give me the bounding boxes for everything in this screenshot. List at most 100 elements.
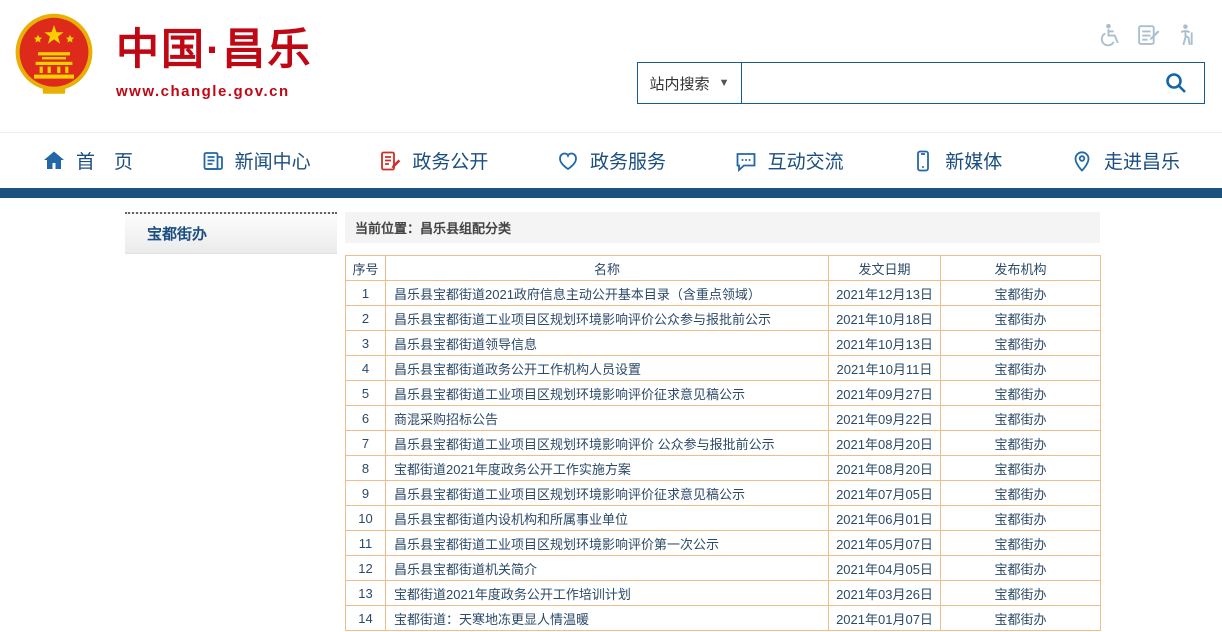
row-title-link[interactable]: 昌乐县宝都街道内设机构和所属事业单位: [386, 506, 829, 531]
row-title-link[interactable]: 昌乐县宝都街道机关简介: [386, 556, 829, 581]
column-header-no: 序号: [346, 256, 386, 281]
search-scope-dropdown[interactable]: 站内搜索 ▼: [638, 63, 742, 103]
nav-item-label: 政务公开: [412, 147, 488, 174]
row-number: 10: [346, 506, 386, 531]
nav-item-gov-service[interactable]: 政务服务: [556, 147, 666, 174]
table-row: 2昌乐县宝都街道工业项目区规划环境影响评价公众参与报批前公示2021年10月18…: [346, 306, 1101, 331]
table-row: 4昌乐县宝都街道政务公开工作机构人员设置2021年10月11日宝都街办: [346, 356, 1101, 381]
table-row: 6商混采购招标公告2021年09月22日宝都街办: [346, 406, 1101, 431]
main-navigation: 首 页 新闻中心 政务公开 政务服务 互动交流: [0, 132, 1222, 188]
site-title: 中国·昌乐: [116, 15, 312, 77]
row-title-link[interactable]: 昌乐县宝都街道工业项目区规划环境影响评价征求意见稿公示: [386, 481, 829, 506]
row-number: 14: [346, 606, 386, 631]
chat-icon: [734, 149, 758, 173]
row-date: 2021年06月01日: [829, 506, 941, 531]
nav-item-label: 新闻中心: [235, 147, 311, 174]
row-number: 8: [346, 456, 386, 481]
document-table: 序号 名称 发文日期 发布机构 1昌乐县宝都街道2021政府信息主动公开基本目录…: [345, 255, 1101, 631]
row-date: 2021年03月26日: [829, 581, 941, 606]
nav-item-visit-changle[interactable]: 走进昌乐: [1070, 147, 1180, 174]
row-date: 2021年01月07日: [829, 606, 941, 631]
row-number: 13: [346, 581, 386, 606]
nav-item-interaction[interactable]: 互动交流: [734, 147, 844, 174]
sidebar: 宝都街办: [125, 212, 337, 631]
site-header: 中国·昌乐 www.changle.gov.cn 站内搜索 ▼: [0, 0, 1222, 132]
row-title-link[interactable]: 商混采购招标公告: [386, 406, 829, 431]
row-title-link[interactable]: 昌乐县宝都街道领导信息: [386, 331, 829, 356]
nav-item-new-media[interactable]: 新媒体: [911, 147, 1002, 174]
row-number: 9: [346, 481, 386, 506]
table-row: 1昌乐县宝都街道2021政府信息主动公开基本目录（含重点领域）2021年12月1…: [346, 281, 1101, 306]
nav-item-gov-open[interactable]: 政务公开: [378, 147, 488, 174]
row-date: 2021年07月05日: [829, 481, 941, 506]
search-input[interactable]: [742, 63, 1148, 103]
nav-item-label: 政务服务: [590, 147, 666, 174]
location-icon: [1070, 149, 1094, 173]
row-org: 宝都街办: [941, 456, 1101, 481]
row-title-link[interactable]: 昌乐县宝都街道工业项目区规划环境影响评价第一次公示: [386, 531, 829, 556]
row-number: 4: [346, 356, 386, 381]
row-date: 2021年10月18日: [829, 306, 941, 331]
table-row: 11昌乐县宝都街道工业项目区规划环境影响评价第一次公示2021年05月07日宝都…: [346, 531, 1101, 556]
row-title-link[interactable]: 昌乐县宝都街道工业项目区规划环境影响评价征求意见稿公示: [386, 381, 829, 406]
row-number: 11: [346, 531, 386, 556]
phone-icon: [911, 149, 935, 173]
row-title-link[interactable]: 昌乐县宝都街道工业项目区规划环境影响评价 公众参与报批前公示: [386, 431, 829, 456]
chevron-down-icon: ▼: [719, 77, 730, 89]
site-url: www.changle.gov.cn: [116, 83, 312, 100]
row-number: 2: [346, 306, 386, 331]
column-header-title: 名称: [386, 256, 829, 281]
row-date: 2021年08月20日: [829, 456, 941, 481]
row-title-link[interactable]: 昌乐县宝都街道工业项目区规划环境影响评价公众参与报批前公示: [386, 306, 829, 331]
row-number: 6: [346, 406, 386, 431]
site-title-block: 中国·昌乐 www.changle.gov.cn: [116, 15, 312, 100]
accessibility-icon[interactable]: [1097, 22, 1122, 47]
main-panel: 当前位置：昌乐县组配分类 序号 名称 发文日期 发布机构 1昌乐县宝都街道202…: [345, 212, 1100, 631]
table-row: 8宝都街道2021年度政务公开工作实施方案2021年08月20日宝都街办: [346, 456, 1101, 481]
table-body: 1昌乐县宝都街道2021政府信息主动公开基本目录（含重点领域）2021年12月1…: [346, 281, 1101, 631]
nav-item-home[interactable]: 首 页: [42, 147, 133, 174]
row-title-link[interactable]: 昌乐县宝都街道2021政府信息主动公开基本目录（含重点领域）: [386, 281, 829, 306]
row-title-link[interactable]: 宝都街道2021年度政务公开工作实施方案: [386, 456, 829, 481]
site-search-bar: 站内搜索 ▼: [637, 62, 1205, 104]
column-header-org: 发布机构: [941, 256, 1101, 281]
site-logo-link[interactable]: 中国·昌乐 www.changle.gov.cn: [14, 10, 312, 104]
search-button[interactable]: [1148, 63, 1204, 103]
row-org: 宝都街办: [941, 506, 1101, 531]
news-icon: [201, 149, 225, 173]
table-row: 7昌乐县宝都街道工业项目区规划环境影响评价 公众参与报批前公示2021年08月2…: [346, 431, 1101, 456]
nav-item-label: 首 页: [76, 147, 133, 174]
row-title-link[interactable]: 宝都街道：天寒地冻更显人情温暖: [386, 606, 829, 631]
row-org: 宝都街办: [941, 531, 1101, 556]
search-icon: [1164, 71, 1188, 95]
table-row: 12昌乐县宝都街道机关简介2021年04月05日宝都街办: [346, 556, 1101, 581]
edit-icon[interactable]: [1136, 22, 1161, 47]
row-date: 2021年10月13日: [829, 331, 941, 356]
page-content: 宝都街办 当前位置：昌乐县组配分类 序号 名称 发文日期 发布机构 1昌乐县宝都…: [0, 198, 1222, 631]
row-date: 2021年08月20日: [829, 431, 941, 456]
table-header-row: 序号 名称 发文日期 发布机构: [346, 256, 1101, 281]
row-number: 3: [346, 331, 386, 356]
row-org: 宝都街办: [941, 431, 1101, 456]
table-row: 10昌乐县宝都街道内设机构和所属事业单位2021年06月01日宝都街办: [346, 506, 1101, 531]
elder-icon[interactable]: [1175, 22, 1200, 47]
row-org: 宝都街办: [941, 606, 1101, 631]
sidebar-category-title[interactable]: 宝都街办: [125, 212, 337, 254]
table-row: 5昌乐县宝都街道工业项目区规划环境影响评价征求意见稿公示2021年09月27日宝…: [346, 381, 1101, 406]
nav-item-label: 新媒体: [945, 147, 1002, 174]
row-title-link[interactable]: 昌乐县宝都街道政务公开工作机构人员设置: [386, 356, 829, 381]
row-org: 宝都街办: [941, 381, 1101, 406]
table-row: 9昌乐县宝都街道工业项目区规划环境影响评价征求意见稿公示2021年07月05日宝…: [346, 481, 1101, 506]
home-icon: [42, 149, 66, 173]
row-number: 5: [346, 381, 386, 406]
nav-item-label: 走进昌乐: [1104, 147, 1180, 174]
row-date: 2021年10月11日: [829, 356, 941, 381]
row-org: 宝都街办: [941, 481, 1101, 506]
row-title-link[interactable]: 宝都街道2021年度政务公开工作培训计划: [386, 581, 829, 606]
row-org: 宝都街办: [941, 581, 1101, 606]
row-date: 2021年09月27日: [829, 381, 941, 406]
row-date: 2021年04月05日: [829, 556, 941, 581]
nav-item-news[interactable]: 新闻中心: [201, 147, 311, 174]
row-number: 7: [346, 431, 386, 456]
row-date: 2021年05月07日: [829, 531, 941, 556]
